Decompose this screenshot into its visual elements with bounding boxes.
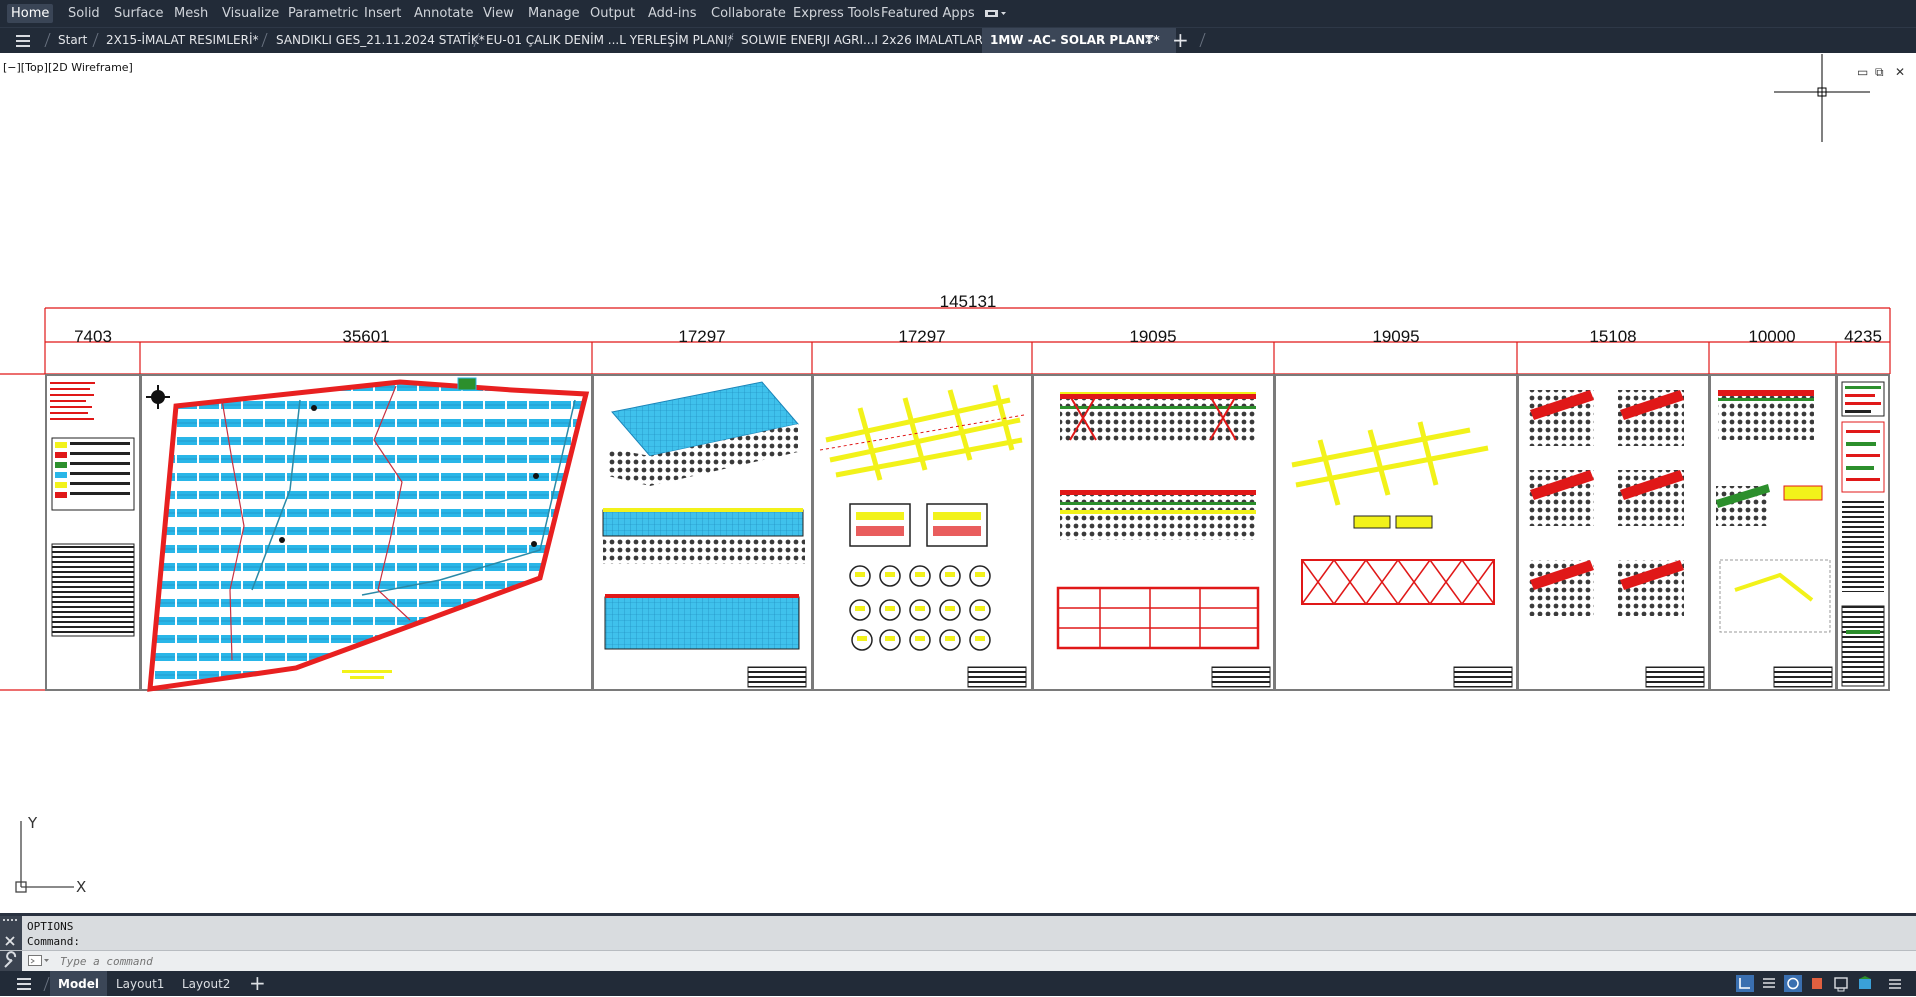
ucs-y-label: Y — [27, 815, 38, 832]
ribbon-tab-express-tools[interactable]: Express Tools — [789, 4, 884, 23]
customize-wrench-icon[interactable] — [0, 951, 22, 971]
layout-tab-layout1[interactable]: Layout1 — [108, 971, 172, 996]
viewport-controls-label[interactable]: [−][Top][2D Wireframe] — [3, 61, 133, 74]
drawing-canvas[interactable]: 145131 7403 35601 17297 17297 19095 1909… — [0, 290, 1916, 700]
ribbon-tab-insert[interactable]: Insert — [360, 4, 405, 23]
ribbon-tab-featured-apps[interactable]: Featured Apps — [877, 4, 979, 23]
add-layout-button[interactable]: + — [249, 971, 266, 996]
new-tab-button[interactable]: + — [1172, 28, 1189, 53]
ribbon-tab-annotate[interactable]: Annotate — [410, 4, 477, 23]
ribbon-tab-solid[interactable]: Solid — [64, 4, 104, 23]
snap-mode-icon[interactable] — [1784, 975, 1802, 992]
layout-tab-layout2[interactable]: Layout2 — [174, 971, 238, 996]
layout-menu-icon[interactable] — [13, 974, 35, 994]
sheet-notes[interactable] — [1841, 381, 1885, 687]
ribbon-tab-mesh[interactable]: Mesh — [170, 4, 212, 23]
dimension-sheet-4: 17297 — [898, 327, 945, 346]
dimension-sheet-7: 15108 — [1589, 327, 1636, 346]
dimension-sheet-8: 10000 — [1748, 327, 1795, 346]
sheet-panel-isometrics[interactable] — [602, 381, 807, 688]
ribbon-tab-add-ins[interactable]: Add-ins — [644, 4, 700, 23]
dimension-sheet-6: 19095 — [1372, 327, 1419, 346]
command-input-bar — [0, 950, 1916, 971]
file-tab-imalat-resimleri[interactable]: 2X15-İMALAT RESIMLERİ* — [98, 28, 267, 53]
ucs-x-label: X — [76, 878, 86, 895]
sheet-elevations[interactable] — [1056, 392, 1271, 688]
ribbon-tab-parametric[interactable]: Parametric — [284, 4, 362, 23]
ribbon-tab-home[interactable]: Home — [7, 4, 54, 23]
close-tab-icon[interactable]: ✕ — [1144, 28, 1154, 52]
ribbon-tab-output[interactable]: Output — [586, 4, 639, 23]
command-history-line: Command: — [27, 935, 80, 948]
object-snap-icon[interactable] — [1856, 975, 1874, 992]
dimension-total: 145131 — [940, 292, 997, 311]
file-tab-sandikli-ges[interactable]: SANDIKLI GES_21.11.2024 STATİK* — [268, 28, 493, 53]
file-tab-1mw-solar-plant[interactable]: 1MW -AC- SOLAR PLANT* ✕ — [982, 28, 1176, 53]
file-tab-bar: Start 2X15-İMALAT RESIMLERİ* SANDIKLI GE… — [0, 27, 1916, 53]
model-space-icon[interactable] — [1736, 975, 1754, 992]
status-bar: Model Layout1 Layout2 + — [0, 971, 1916, 996]
file-tab-start[interactable]: Start — [50, 28, 95, 53]
ribbon-tab-collaborate[interactable]: Collaborate — [707, 4, 790, 23]
dimension-sheet-2: 35601 — [342, 327, 389, 346]
layout-tab-model[interactable]: Model — [50, 971, 108, 996]
application-menu-icon[interactable] — [12, 31, 34, 51]
ortho-icon[interactable] — [1808, 975, 1826, 992]
ribbon-tab-view[interactable]: View — [479, 4, 518, 23]
recent-commands-icon[interactable] — [28, 955, 50, 967]
dimension-sheet-5: 19095 — [1129, 327, 1176, 346]
grid-display-icon[interactable] — [1760, 975, 1778, 992]
command-history-line: OPTIONS — [27, 920, 74, 933]
dimension-sheet-9: 4235 — [1844, 327, 1882, 346]
command-line-grip[interactable] — [0, 916, 22, 953]
customization-menu-icon[interactable] — [1886, 975, 1904, 992]
ucs-icon: Y X — [15, 815, 86, 895]
polar-tracking-icon[interactable] — [1832, 975, 1850, 992]
ribbon-tab-manage[interactable]: Manage — [524, 4, 584, 23]
viewport-close-icon[interactable]: ✕ — [1895, 65, 1905, 79]
dimension-sheet-1: 7403 — [74, 327, 112, 346]
ribbon-tab-bar: Home Solid Surface Mesh Visualize Parame… — [0, 0, 1916, 27]
file-tab-label: 1MW -AC- SOLAR PLANT* — [990, 33, 1160, 47]
file-tab-eu-01[interactable]: EU-01 ÇALIK DENİM ...L YERLEŞİM PLANI* — [478, 28, 742, 53]
ribbon-tab-surface[interactable]: Surface — [110, 4, 168, 23]
command-input[interactable] — [58, 953, 1562, 970]
command-history: OPTIONS Command: — [0, 913, 1916, 953]
dimension-sheet-3: 17297 — [678, 327, 725, 346]
viewport-restore-icon[interactable]: ⧉ — [1875, 65, 1884, 80]
file-tab-solwie-enerji[interactable]: SOLWIE ENERJI AGRI...I 2x26 IMALATLAR* — [733, 28, 997, 53]
crosshair-cursor-icon — [1774, 54, 1870, 142]
close-command-line-icon[interactable] — [0, 916, 22, 953]
ribbon-tab-visualize[interactable]: Visualize — [218, 4, 283, 23]
workspace-switch-icon[interactable] — [985, 9, 1007, 18]
